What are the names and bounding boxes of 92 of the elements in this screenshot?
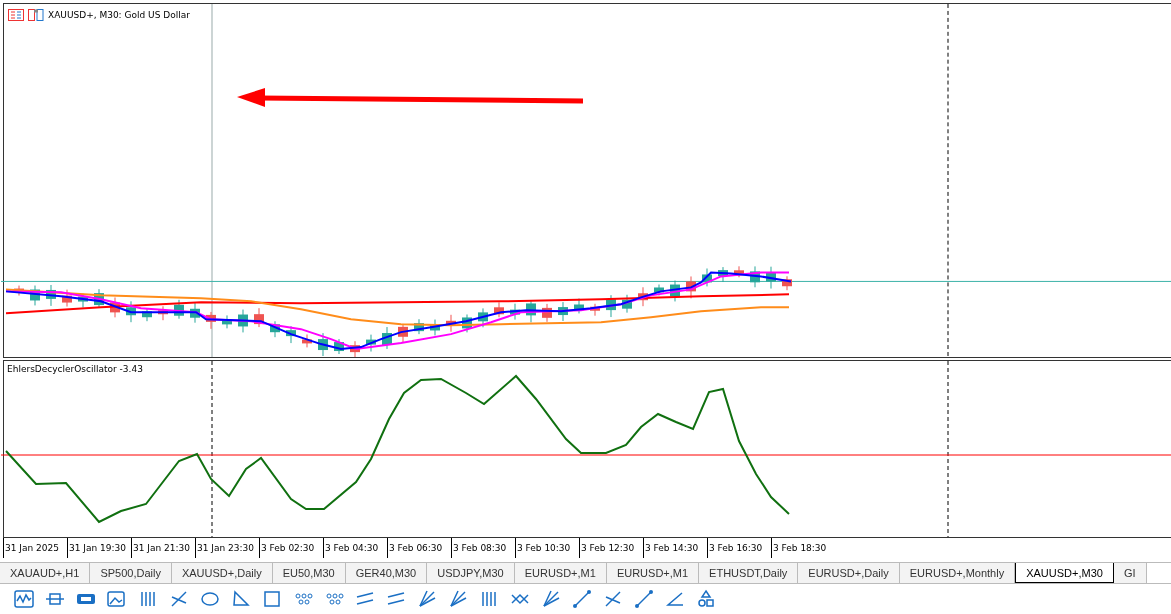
candlestick <box>782 275 792 291</box>
candlestick <box>190 302 200 324</box>
ellipse-tool-icon[interactable] <box>200 589 220 609</box>
chart-tab[interactable]: EURUSD+,Daily <box>798 563 900 583</box>
candlestick <box>734 265 744 278</box>
candlestick <box>702 268 712 287</box>
candlestick <box>286 325 296 344</box>
candlestick <box>430 319 440 336</box>
chart-tab[interactable]: EURUSD+,M1 <box>514 563 607 583</box>
time-label: 3 Feb 16:30 <box>707 538 771 558</box>
candlestick <box>670 280 680 302</box>
list-icon <box>8 9 24 21</box>
fan-tool-icon[interactable] <box>448 589 468 609</box>
chart-tab[interactable]: XAUUSD+,Daily <box>171 563 273 583</box>
chart-title: XAUUSD+, M30: Gold US Dollar <box>48 10 190 20</box>
bars-tool-icon[interactable] <box>138 589 158 609</box>
time-label: 3 Feb 12:30 <box>579 538 643 558</box>
cross-tool-icon[interactable] <box>603 589 623 609</box>
wave-tool-icon[interactable] <box>14 589 34 609</box>
image-tool-icon[interactable] <box>107 589 127 609</box>
candlestick <box>510 303 520 321</box>
candlestick <box>94 288 104 309</box>
candlestick <box>254 307 264 328</box>
chart-tab[interactable]: GER40,M30 <box>345 563 428 583</box>
time-label: 31 Jan 19:30 <box>67 538 131 558</box>
time-label: 31 Jan 2025 <box>3 538 67 558</box>
candlestick <box>606 294 616 318</box>
candlestick <box>334 338 344 355</box>
time-label: 3 Feb 04:30 <box>323 538 387 558</box>
chart-tab[interactable]: XAUAUD+,H1 <box>0 563 91 583</box>
triangle-tool-icon[interactable] <box>231 589 251 609</box>
time-label: 31 Jan 23:30 <box>195 538 259 558</box>
chart-tab[interactable]: EURUSD+,Monthly <box>899 563 1016 583</box>
candlestick <box>398 323 408 344</box>
line-tool-icon[interactable] <box>634 589 654 609</box>
angle-tool-icon[interactable] <box>665 589 685 609</box>
candlestick <box>46 284 56 307</box>
candlestick <box>574 298 584 314</box>
candlestick <box>462 314 472 333</box>
candlestick <box>238 309 248 333</box>
time-label: 3 Feb 18:30 <box>771 538 835 558</box>
candlestick <box>526 299 536 323</box>
time-label: 3 Feb 06:30 <box>387 538 451 558</box>
time-label: 31 Jan 21:30 <box>131 538 195 558</box>
chart-tab[interactable]: SP500,Daily <box>90 563 172 583</box>
candlestick <box>478 307 488 328</box>
candlestick <box>590 303 600 317</box>
candlestick <box>750 265 760 288</box>
fan-tool-icon[interactable] <box>417 589 437 609</box>
candlestick <box>30 285 40 306</box>
candlestick <box>542 303 552 323</box>
candlestick <box>718 266 728 283</box>
candlestick <box>302 333 312 348</box>
candlestick <box>766 266 776 290</box>
time-label: 3 Feb 08:30 <box>451 538 515 558</box>
candlestick <box>366 334 376 353</box>
cross-tool-icon[interactable] <box>169 589 189 609</box>
candlestick <box>158 305 168 321</box>
candlestick <box>110 296 120 318</box>
time-label: 3 Feb 10:30 <box>515 538 579 558</box>
candlestick <box>270 320 280 338</box>
chart-tab[interactable]: GI <box>1113 563 1147 583</box>
chart-tab[interactable]: USDJPY,M30 <box>427 563 515 583</box>
document-icon <box>28 9 44 21</box>
candlestick <box>62 289 72 308</box>
candlestick <box>318 332 328 357</box>
shapes-tool-icon[interactable] <box>696 589 716 609</box>
chart-tab[interactable]: EURUSD+,M1 <box>606 563 700 583</box>
indicator-label: EhlersDecyclerOscillator -3.43 <box>7 364 143 374</box>
square-tool-icon[interactable] <box>262 589 282 609</box>
candlestick <box>126 300 136 323</box>
time-label: 3 Feb 02:30 <box>259 538 323 558</box>
candlestick <box>174 299 184 320</box>
candlestick <box>494 301 504 318</box>
candlestick <box>382 326 392 350</box>
fan-tool-icon[interactable] <box>541 589 561 609</box>
candlestick <box>622 294 632 314</box>
candlestick <box>446 314 456 333</box>
chart-tab[interactable]: ETHUSDT,Daily <box>699 563 799 583</box>
time-label: 3 Feb 14:30 <box>643 538 707 558</box>
chart-tab[interactable]: EU50,M30 <box>272 563 346 583</box>
candlestick <box>142 307 152 322</box>
candlestick <box>206 311 216 330</box>
candlestick <box>222 314 232 329</box>
candlestick <box>558 301 568 322</box>
candlestick <box>414 318 424 335</box>
candlestick <box>686 275 696 299</box>
candlestick <box>350 340 360 357</box>
bars-tool-icon[interactable] <box>479 589 499 609</box>
line-tool-icon[interactable] <box>572 589 592 609</box>
chart-tab[interactable]: XAUUSD+,M30 <box>1015 563 1114 583</box>
candlestick <box>638 286 648 307</box>
